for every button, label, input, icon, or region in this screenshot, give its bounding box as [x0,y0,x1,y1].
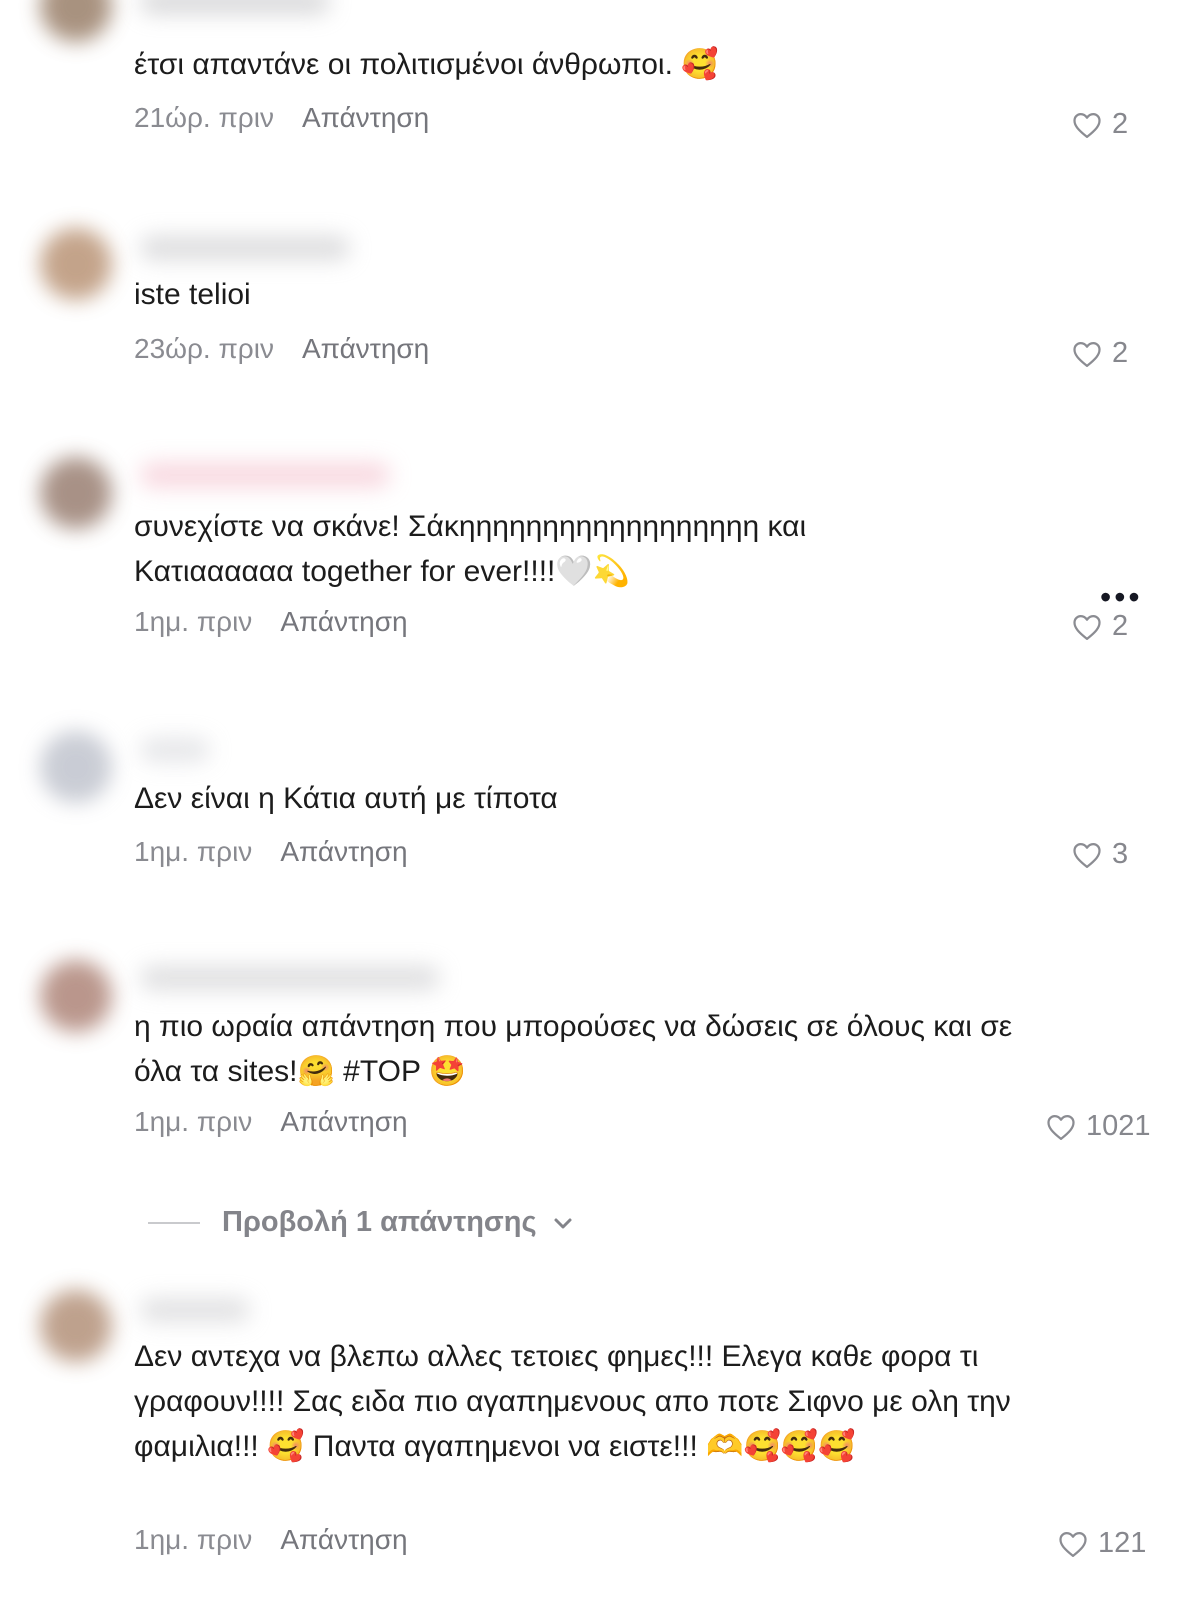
like-count: 2 [1112,337,1129,369]
more-icon[interactable]: ••• [1100,581,1143,613]
comment-text: συνεχίστε να σκάνε! Σάκηηηηηηηηηηηηηηηηη… [134,510,807,588]
username-blurred[interactable] [140,1298,250,1322]
like-count: 1021 [1086,1110,1151,1142]
avatar[interactable] [40,228,112,300]
reply-button[interactable]: Απάντηση [280,1524,407,1556]
comment-text: έτσι απαντάνε οι πολιτισμένοι άνθρωποι. … [134,48,719,81]
comment-meta: 23ώρ. πριν Απάντηση [134,333,429,365]
comment-time: 1ημ. πριν [134,1106,253,1137]
reply-button[interactable]: Απάντηση [302,333,429,365]
like-button[interactable]: 1021 [1046,1110,1151,1143]
username-blurred[interactable] [140,236,350,260]
comment-text: η πιο ωραία απάντηση που μπορούσες να δώ… [134,1010,1013,1088]
reply-button[interactable]: Απάντηση [280,836,407,868]
reply-button[interactable]: Απάντηση [302,102,429,134]
comment-text: Δεν αντεχα να βλεπω αλλες τετοιες φημες!… [134,1340,1011,1463]
view-replies-label: Προβολή 1 απάντησης [222,1206,537,1238]
comment-text: Δεν είναι η Κάτια αυτή με τίποτα [134,782,558,815]
comment-time: 21ώρ. πριν [134,102,274,133]
avatar[interactable] [40,731,112,803]
username-blurred[interactable] [140,738,210,762]
username-blurred[interactable] [140,463,390,487]
avatar[interactable] [40,1290,112,1362]
comment-time: 1ημ. πριν [134,606,253,637]
like-button[interactable]: 2 [1072,337,1128,370]
like-button[interactable]: 2 [1072,108,1128,141]
avatar[interactable] [40,0,112,42]
view-replies-button[interactable]: Προβολή 1 απάντησης [148,1206,573,1239]
like-count: 121 [1098,1527,1147,1559]
like-button[interactable]: 121 [1058,1527,1146,1560]
comment-text: iste telioi [134,278,251,311]
heart-outline-icon [1047,1114,1075,1140]
comment-meta: 21ώρ. πριν Απάντηση [134,102,429,134]
reply-button[interactable]: Απάντηση [280,1106,407,1138]
comment-meta: 1ημ. πριν Απάντηση [134,606,408,638]
username-blurred[interactable] [140,0,330,14]
heart-outline-icon [1073,341,1101,367]
heart-outline-icon [1073,842,1101,868]
avatar[interactable] [40,960,112,1032]
like-count: 2 [1112,108,1129,140]
comment-time: 1ημ. πριν [134,1524,253,1555]
reply-button[interactable]: Απάντηση [280,606,407,638]
heart-outline-icon [1059,1531,1087,1557]
comment-meta: 1ημ. πριν Απάντηση [134,836,408,868]
avatar[interactable] [40,457,112,529]
heart-outline-icon [1073,614,1101,640]
like-count: 2 [1112,610,1129,642]
heart-outline-icon [1073,112,1101,138]
comment-meta: 1ημ. πριν Απάντηση [134,1524,408,1556]
comment-time: 1ημ. πριν [134,836,253,867]
comment-meta: 1ημ. πριν Απάντηση [134,1106,408,1138]
comment-time: 23ώρ. πριν [134,333,274,364]
chevron-down-icon [553,1210,573,1236]
username-blurred[interactable] [140,966,440,990]
divider-line [148,1221,200,1224]
like-button[interactable]: 3 [1072,838,1128,871]
like-count: 3 [1112,838,1129,870]
like-button[interactable]: 2 [1072,610,1128,643]
